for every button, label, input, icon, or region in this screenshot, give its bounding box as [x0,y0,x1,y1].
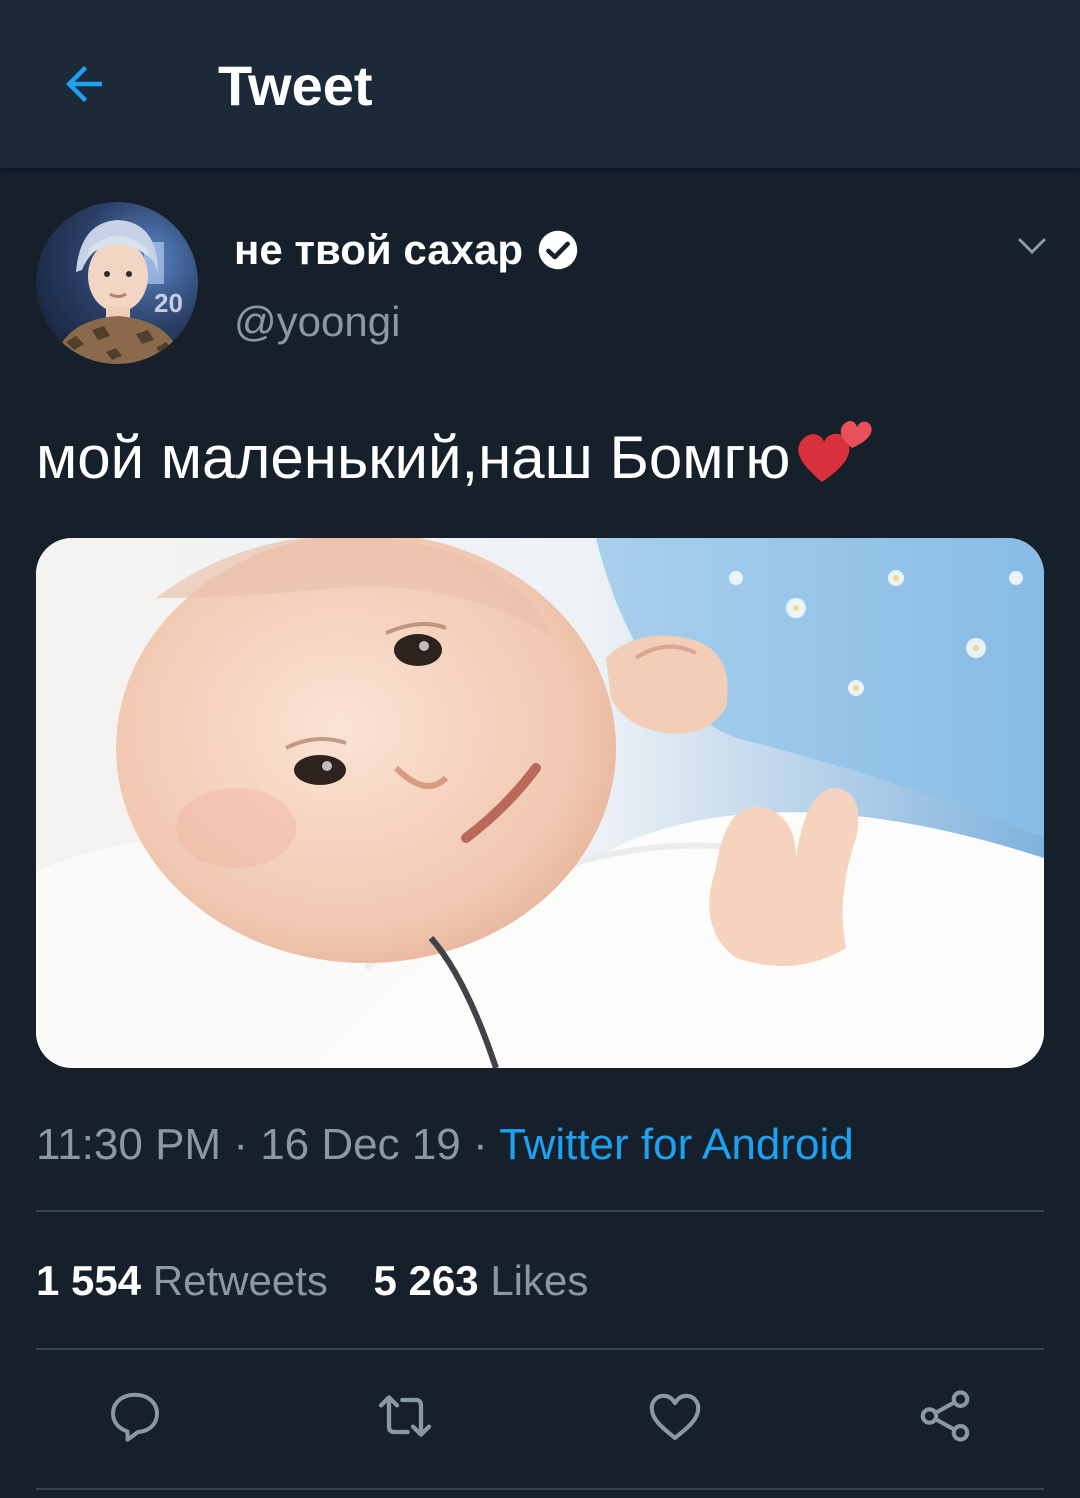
arrow-left-icon [66,66,102,102]
share-button[interactable] [913,1384,977,1448]
retweets-count: 1 554 [36,1257,142,1304]
tweet-stats: 1 554 Retweets 5 263 Likes [36,1254,622,1308]
tweet-time: 11:30 PM [36,1120,222,1169]
page-title: Tweet [218,54,373,117]
author-name[interactable]: не твой сахар [234,224,579,276]
tweet-text: мой маленький,наш Бомгю [36,412,874,495]
retweets-stat[interactable]: 1 554 Retweets [36,1254,328,1308]
retweet-button[interactable] [373,1384,437,1448]
top-bar: Tweet [0,0,1080,168]
divider [36,1348,1044,1350]
tweet-source-link[interactable]: Twitter for Android [499,1120,854,1169]
like-icon [649,1393,701,1441]
chevron-down-icon [1018,238,1046,255]
tweet-actions-bar [0,1384,1080,1454]
svg-text:20: 20 [154,288,183,318]
author-handle[interactable]: @yoongi [234,296,400,348]
back-button[interactable] [52,52,116,116]
tweet-date: 16 Dec 19 [260,1120,461,1169]
meta-separator: · [233,1120,248,1169]
reply-button[interactable] [103,1384,167,1448]
display-name-text: не твой сахар [234,226,523,273]
verified-badge-icon [538,230,578,270]
tweet-body: мой маленький,наш Бомгю [36,424,791,491]
divider [36,1210,1044,1212]
likes-label: Likes [490,1257,589,1304]
more-options-button[interactable] [1008,222,1056,270]
reply-icon [111,1392,159,1442]
like-button[interactable] [643,1384,707,1448]
likes-stat[interactable]: 5 263 Likes [374,1254,589,1308]
likes-count: 5 263 [373,1257,479,1304]
share-icon [920,1390,970,1442]
retweets-label: Retweets [152,1257,328,1304]
avatar[interactable]: 20 [36,202,198,364]
retweet-icon [378,1395,432,1437]
two-hearts-emoji-icon [798,420,872,482]
tweet-meta: 11:30 PM · 16 Dec 19 · Twitter for Andro… [36,1118,854,1172]
divider [36,1488,1044,1490]
tweet-media-image[interactable] [36,538,1044,1068]
meta-separator: · [473,1120,488,1169]
